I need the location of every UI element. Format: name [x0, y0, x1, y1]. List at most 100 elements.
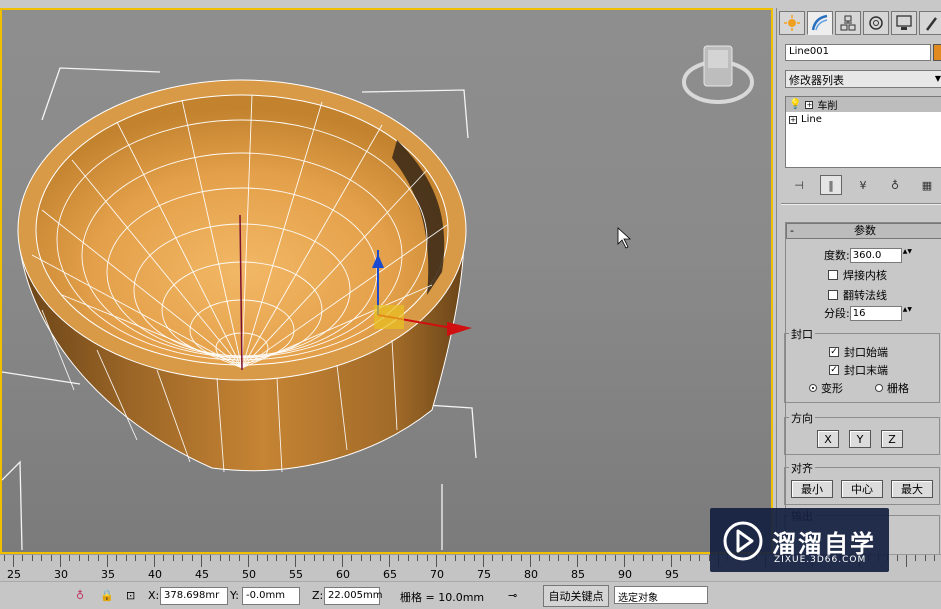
expand-icon[interactable]: + — [805, 100, 814, 109]
modifier-list-dropdown[interactable]: 修改器列表 ▼ — [785, 70, 941, 88]
hierarchy-tab[interactable] — [835, 11, 861, 35]
configure-icon: ▦ — [921, 178, 933, 192]
timeline-tick — [210, 555, 212, 561]
degrees-label: 度数: — [824, 249, 850, 262]
direction-x-button[interactable]: X — [817, 430, 839, 448]
modifier-list-label: 修改器列表 — [789, 74, 844, 87]
weld-core-checkbox[interactable] — [828, 270, 838, 280]
timeline-tick — [304, 555, 306, 561]
timeline-frame-label: 60 — [336, 568, 350, 581]
timeline-tick — [398, 555, 400, 561]
timeline-frame-label: 65 — [383, 568, 397, 581]
timeline-tick — [116, 555, 118, 561]
lightbulb-icon[interactable]: 💡 — [789, 99, 801, 110]
trash-icon: ♁ — [890, 178, 900, 192]
viewport-top-strip — [0, 0, 775, 8]
create-tab[interactable] — [779, 11, 805, 35]
timeline-frame-label: 30 — [54, 568, 68, 581]
timeline-tick — [915, 555, 917, 561]
divider — [781, 203, 941, 205]
timeline-tick — [558, 555, 560, 561]
timeline-tick — [426, 555, 428, 561]
cap-end-label: 封口末端 — [844, 364, 888, 377]
cap-end-row[interactable]: ✓ 封口末端 — [829, 362, 888, 378]
stack-item-line[interactable]: + Line — [786, 112, 941, 127]
timeline-tick — [88, 555, 90, 561]
grid-radio[interactable] — [875, 384, 883, 392]
pin-stack-button[interactable]: ⊣ — [788, 175, 810, 195]
z-coordinate-field[interactable]: 22.005mm — [324, 587, 382, 605]
viewcube[interactable] — [682, 45, 754, 104]
modify-tab[interactable] — [807, 11, 833, 35]
flip-normals-row[interactable]: 翻转法线 — [828, 287, 887, 303]
perspective-viewport[interactable] — [0, 8, 773, 554]
object-name-field[interactable]: Line001 — [785, 44, 931, 61]
parameters-rollout-header[interactable]: - 参数 — [786, 223, 941, 239]
align-min-button[interactable]: 最小 — [791, 480, 833, 498]
make-unique-icon: ¥ — [859, 178, 867, 192]
timeline-tick — [934, 555, 936, 561]
x-coordinate-field[interactable]: 378.698mr — [160, 587, 228, 605]
timeline-tick — [257, 555, 259, 561]
show-end-result-button[interactable]: ‖ — [820, 175, 842, 195]
y-coordinate-field[interactable]: -0.0mm — [242, 587, 300, 605]
utilities-tab[interactable] — [919, 11, 941, 35]
display-tab[interactable] — [891, 11, 917, 35]
motion-tab[interactable] — [863, 11, 889, 35]
spinner-arrows-icon[interactable]: ▲▼ — [903, 306, 912, 321]
cap-start-row[interactable]: ✓ 封口始端 — [829, 344, 888, 360]
lock-icon[interactable]: 🔒 — [100, 589, 114, 602]
status-bar: ♁ 🔒 ⊡ X: 378.698mr Y: -0.0mm Z: 22.005mm… — [0, 581, 941, 609]
timeline-tick — [567, 555, 569, 561]
align-max-button[interactable]: 最大 — [891, 480, 933, 498]
align-center-button[interactable]: 中心 — [841, 480, 883, 498]
remove-modifier-button[interactable]: ♁ — [884, 175, 906, 195]
spinner-arrows-icon[interactable]: ▲▼ — [903, 248, 912, 263]
cap-end-checkbox[interactable]: ✓ — [829, 365, 839, 375]
motion-icon — [869, 16, 883, 30]
make-unique-button[interactable]: ¥ — [852, 175, 874, 195]
timeline-tick — [595, 555, 597, 561]
absolute-mode-icon[interactable]: ⊡ — [126, 589, 135, 602]
stack-item-lathe[interactable]: 💡 + 车削 — [786, 97, 941, 112]
morph-radio-row[interactable]: 变形 — [809, 380, 843, 396]
expand-icon[interactable]: + — [789, 115, 797, 124]
timeline-tick — [530, 555, 531, 567]
cap-start-checkbox[interactable]: ✓ — [829, 347, 839, 357]
timeline-tick — [906, 555, 907, 567]
hierarchy-icon — [840, 15, 856, 31]
timeline-tick — [492, 555, 494, 561]
timeline-tick — [238, 555, 240, 561]
selection-set-dropdown[interactable]: 选定对象 — [614, 586, 708, 604]
grid-radio-row[interactable]: 栅格 — [875, 380, 909, 396]
weld-core-row[interactable]: 焊接内核 — [828, 267, 887, 283]
segments-spinner[interactable]: 16 — [849, 305, 902, 321]
modifier-stack: 💡 + 车削 + Line — [785, 96, 941, 168]
timeline-tick — [652, 555, 654, 561]
timeline-tick — [586, 555, 588, 561]
timeline-tick — [60, 555, 61, 567]
timeline-tick — [13, 555, 14, 567]
morph-radio[interactable] — [809, 384, 817, 392]
timeline-frame-label: 90 — [618, 568, 632, 581]
object-color-swatch[interactable] — [933, 44, 941, 61]
set-key-icon[interactable]: ⊸ — [508, 589, 517, 602]
timeline-tick — [614, 555, 616, 561]
timeline-frame-label: 95 — [665, 568, 679, 581]
timeline-frame-label: 45 — [195, 568, 209, 581]
timeline-tick — [379, 555, 381, 561]
configure-sets-button[interactable]: ▦ — [916, 175, 938, 195]
timeline-tick — [896, 555, 898, 561]
command-panel-tabs — [779, 11, 941, 35]
flip-normals-checkbox[interactable] — [828, 290, 838, 300]
auto-key-button[interactable]: 自动关键点 — [543, 585, 609, 607]
direction-z-button[interactable]: Z — [881, 430, 903, 448]
timeline-tick — [699, 555, 701, 561]
timeline-tick — [50, 555, 52, 561]
timeline-tick — [248, 555, 249, 567]
timeline-tick — [69, 555, 71, 561]
direction-y-button[interactable]: Y — [849, 430, 871, 448]
timeline-tick — [389, 555, 390, 567]
key-icon[interactable]: ♁ — [76, 589, 84, 602]
degrees-spinner[interactable]: 360.0 — [849, 247, 902, 263]
